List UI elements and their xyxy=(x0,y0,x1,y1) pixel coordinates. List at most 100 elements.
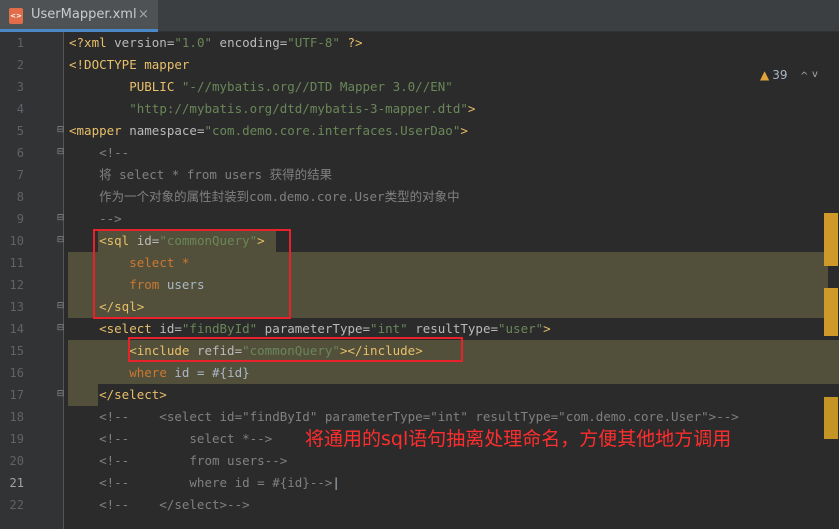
line-number: 7 xyxy=(16,168,24,182)
line-number: 1 xyxy=(16,36,24,50)
tab-usermapper-xml[interactable]: <> UserMapper.xml × xyxy=(0,0,158,32)
code-token: 作为一个对象的属性封装到com.demo.core.User类型的对象中 xyxy=(69,189,460,204)
code-line-22[interactable]: 22 <!-- </select>--> xyxy=(0,494,839,516)
code-text: <?xml version="1.0" encoding="UTF-8" ?> xyxy=(69,32,363,54)
code-token: encoding= xyxy=(212,35,288,50)
scroll-marker-3[interactable] xyxy=(824,397,838,439)
code-line-5[interactable]: 5 ⊟ <mapper namespace="com.demo.core.inter… xyxy=(0,120,839,142)
code-line-17[interactable]: 17 ⊟ </select> xyxy=(0,384,839,406)
code-token: 将 select * from users 获得的结果 xyxy=(69,167,333,182)
code-text: PUBLIC "-//mybatis.org//DTD Mapper 3.0//… xyxy=(69,76,453,98)
code-line-6[interactable]: 6 ⊟ <!-- xyxy=(0,142,839,164)
code-token: <mapper xyxy=(69,123,130,138)
code-token: --> xyxy=(69,211,122,226)
code-line-9[interactable]: 9 ⊟ --> xyxy=(0,208,839,230)
line-number: 11 xyxy=(9,256,24,270)
fold-icon[interactable]: ⊟ xyxy=(56,213,65,223)
code-text: <!-- xyxy=(69,142,129,164)
code-editor[interactable]: 1 <?xml version="1.0" encoding="UTF-8" ?>… xyxy=(0,32,839,529)
annotation-text: 将通用的sql语句抽离处理命名，方便其他地方调用 xyxy=(305,428,732,450)
chevron-down-icon[interactable]: v xyxy=(812,70,822,80)
line-number: 18 xyxy=(9,410,24,424)
code-token: "1.0" xyxy=(174,35,213,50)
code-text: <!-- </select>--> xyxy=(69,494,250,516)
code-token: "UTF-8" xyxy=(287,35,340,50)
code-token: > xyxy=(543,321,551,336)
fold-icon[interactable]: ⊟ xyxy=(56,235,65,245)
code-line-4[interactable]: 4 "http://mybatis.org/dtd/mybatis-3-mapp… xyxy=(0,98,839,120)
line-number: 13 xyxy=(9,300,24,314)
code-token: "findById" xyxy=(181,321,258,336)
code-token: </select> xyxy=(69,387,167,402)
code-token: "user" xyxy=(498,321,544,336)
code-text: 将 select * from users 获得的结果 xyxy=(69,164,332,186)
line-number: 5 xyxy=(16,124,24,138)
code-token: "-//mybatis.org//DTD Mapper 3.0//EN" xyxy=(181,79,453,94)
code-text: where id = #{id} xyxy=(69,362,250,384)
close-icon[interactable]: × xyxy=(138,7,149,22)
line-number: 17 xyxy=(9,388,24,402)
code-token: <!-- <select id="findById" parameterType… xyxy=(69,409,739,424)
code-token: > xyxy=(467,101,476,116)
code-line-21[interactable]: 21 <!-- where id = #{id}-->| xyxy=(0,472,839,494)
code-line-8[interactable]: 8 作为一个对象的属性封装到com.demo.core.User类型的对象中 xyxy=(0,186,839,208)
tab-label: UserMapper.xml xyxy=(31,7,137,22)
code-line-1[interactable]: 1 <?xml version="1.0" encoding="UTF-8" ?> xyxy=(0,32,839,54)
code-line-3[interactable]: 3 PUBLIC "-//mybatis.org//DTD Mapper 3.0… xyxy=(0,76,839,98)
code-text: <!DOCTYPE mapper xyxy=(69,54,189,76)
code-token: <!-- from users--> xyxy=(69,453,288,468)
line-number: 3 xyxy=(16,80,24,94)
line-number: 6 xyxy=(16,146,24,160)
editor-tab-bar: <> UserMapper.xml × xyxy=(0,0,839,32)
code-token: version= xyxy=(114,35,175,50)
warning-count: 39 xyxy=(772,68,788,82)
code-text: <!-- select *--> xyxy=(69,428,272,450)
code-line-16[interactable]: 16 where id = #{id} xyxy=(0,362,839,384)
code-token: <!-- where id = #{id}--> xyxy=(69,475,333,490)
chevron-up-icon[interactable]: ^ xyxy=(800,72,810,82)
code-text: 作为一个对象的属性封装到com.demo.core.User类型的对象中 xyxy=(69,186,460,208)
fold-icon[interactable]: ⊟ xyxy=(56,301,65,311)
warning-icon: ▲ xyxy=(760,68,770,82)
scroll-marker-1[interactable] xyxy=(824,213,838,266)
code-token: > xyxy=(460,123,468,138)
fold-icon[interactable]: ⊟ xyxy=(56,389,65,399)
code-token: ?> xyxy=(339,35,363,50)
sql-fragment-box xyxy=(93,229,291,319)
code-token: "int" xyxy=(370,321,408,336)
line-number: 22 xyxy=(9,498,24,512)
code-text: --> xyxy=(69,208,122,230)
fold-icon[interactable]: ⊟ xyxy=(56,323,65,333)
code-token: <!-- </select>--> xyxy=(69,497,250,512)
fold-icon[interactable]: ⊟ xyxy=(56,125,65,135)
code-text: "http://mybatis.org/dtd/mybatis-3-mapper… xyxy=(69,98,475,120)
line-number: 16 xyxy=(9,366,24,380)
line-number: 12 xyxy=(9,278,24,292)
code-token: <!DOCTYPE mapper xyxy=(69,57,190,72)
xml-file-icon: <> xyxy=(9,8,23,24)
code-token: PUBLIC xyxy=(69,79,182,94)
line-number: 10 xyxy=(9,234,24,248)
line-number: 4 xyxy=(16,102,24,116)
line-number: 21 xyxy=(9,476,24,490)
fold-icon[interactable]: ⊟ xyxy=(56,147,65,157)
code-token: parameterType= xyxy=(257,321,371,336)
code-line-2[interactable]: 2 <!DOCTYPE mapper xyxy=(0,54,839,76)
code-token: "http://mybatis.org/dtd/mybatis-3-mapper… xyxy=(129,101,468,116)
line-number: 15 xyxy=(9,344,24,358)
code-line-20[interactable]: 20 <!-- from users--> xyxy=(0,450,839,472)
code-text: <mapper namespace="com.demo.core.interfa… xyxy=(69,120,468,142)
code-token: id = #{id} xyxy=(166,365,250,380)
line-number: 19 xyxy=(9,432,24,446)
line-number: 2 xyxy=(16,58,24,72)
code-token: <!-- xyxy=(69,145,130,160)
code-text: <!-- from users--> xyxy=(69,450,287,472)
code-token: id= xyxy=(159,321,182,336)
line-number: 9 xyxy=(16,212,24,226)
include-tag-box xyxy=(128,337,463,362)
scroll-marker-2[interactable] xyxy=(824,288,838,336)
inspection-widget[interactable]: ▲ 39 xyxy=(760,68,788,82)
code-line-7[interactable]: 7 将 select * from users 获得的结果 xyxy=(0,164,839,186)
